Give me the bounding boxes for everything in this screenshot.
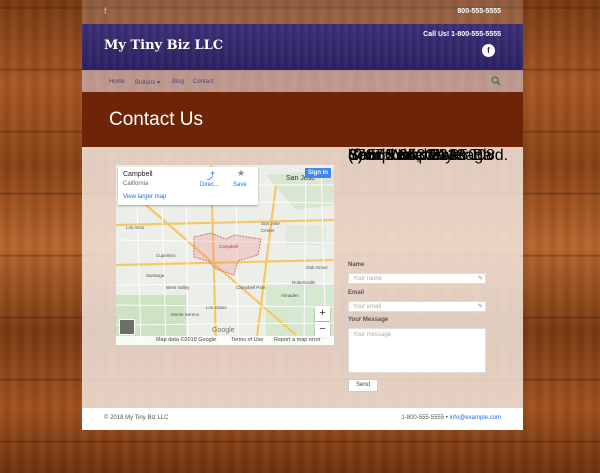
embedded-map[interactable]: San Jose Campbell Cupertino Saratoga Los… [116, 165, 334, 345]
footer-separator: • [445, 415, 448, 421]
zoom-out-button[interactable]: − [315, 322, 330, 337]
form-title: Send Us a Message [348, 147, 493, 164]
map-label: Los Gatos [206, 305, 227, 310]
autofill-icon: ✎ [477, 276, 483, 282]
save-link[interactable]: Save [233, 182, 247, 188]
map-place-card: Campbell California View larger map ⤴ Di… [118, 167, 258, 205]
nav-item-contact[interactable]: Contact [193, 79, 214, 85]
footer-phone[interactable]: 1-800-555-5555 [401, 415, 444, 421]
autofill-icon: ✎ [477, 304, 483, 310]
directions-icon[interactable]: ⤴ [206, 169, 215, 182]
page-hero: Contact Us [82, 92, 523, 147]
map-label: Saratoga [146, 273, 165, 278]
chevron-down-icon: ▾ [157, 80, 161, 86]
name-label: Name [348, 262, 365, 268]
message-placeholder: Your message [353, 332, 392, 338]
nav-item-home[interactable]: Home [109, 79, 125, 85]
map-label: Oak Grove [306, 265, 328, 270]
map-label: Almaden [281, 293, 299, 298]
site-brand[interactable]: My Tiny Biz LLC [104, 38, 223, 53]
call-us-text[interactable]: Call Us! 1-800-555-5555 [423, 31, 501, 38]
message-label: Your Message [348, 317, 389, 323]
map-place-name: Campbell [123, 171, 153, 178]
map-place-region: California [123, 181, 149, 187]
top-phone[interactable]: 800-555-5555 [457, 8, 501, 15]
email-placeholder: Your email [353, 304, 382, 310]
map-label: Robertsville [292, 280, 316, 285]
main-nav: Home Buttons ▾ Blog Contact [82, 70, 523, 92]
name-placeholder: Your name [353, 276, 382, 282]
email-label: Email [348, 290, 365, 296]
send-button[interactable]: Send [348, 379, 378, 392]
footer-email-link[interactable]: info@example.com [450, 415, 501, 421]
map-sign-in-button[interactable]: Sign in [305, 168, 331, 178]
site-container: f 800-555-5555 My Tiny Biz LLC Call Us! … [82, 0, 523, 430]
directions-link[interactable]: Direc... [200, 182, 219, 188]
facebook-icon[interactable]: f [482, 44, 495, 57]
map-label: Cupertino [156, 253, 176, 258]
map-label: Center [261, 228, 275, 233]
map-label: Los Altos [126, 225, 145, 230]
page-title: Contact Us [109, 109, 203, 130]
footer-copyright: © 2018 My Tiny Biz LLC [104, 415, 169, 421]
map-attribution-bar: Map data ©2018 Google Terms of Use Repor… [116, 336, 334, 345]
star-icon[interactable]: ★ [237, 168, 245, 179]
email-field[interactable]: Your email ✎ [348, 301, 486, 312]
map-label: Campbell Park [236, 285, 266, 290]
google-logo: Google [212, 327, 235, 334]
map-terms-link[interactable]: Terms of Use [231, 337, 263, 343]
view-larger-map-link[interactable]: View larger map [123, 194, 166, 200]
facebook-icon[interactable]: f [104, 6, 107, 16]
map-label: Monte Sereno [171, 312, 200, 317]
site-footer: © 2018 My Tiny Biz LLC 1-800-555-5555 • … [82, 408, 523, 430]
footer-contact: 1-800-555-5555 • info@example.com [401, 415, 501, 421]
map-label: West Valley [166, 285, 190, 290]
nav-item-label: Buttons [135, 80, 156, 86]
main-content: San Jose Campbell Cupertino Saratoga Los… [82, 147, 523, 408]
map-label: Sun Jose [261, 221, 280, 226]
zoom-in-button[interactable]: + [315, 306, 330, 321]
top-bar: f 800-555-5555 [82, 0, 523, 24]
map-attribution: Map data ©2018 Google [156, 337, 217, 343]
nav-item-blog[interactable]: Blog [172, 79, 184, 85]
name-field[interactable]: Your name ✎ [348, 273, 486, 284]
map-report-link[interactable]: Report a map error [274, 337, 320, 343]
search-icon[interactable] [491, 76, 501, 86]
message-field[interactable]: Your message [348, 328, 486, 373]
map-label: Campbell [219, 244, 239, 249]
satellite-toggle[interactable] [119, 319, 135, 335]
nav-item-buttons[interactable]: Buttons ▾ [135, 79, 160, 86]
site-header: My Tiny Biz LLC Call Us! 1-800-555-5555 … [82, 24, 523, 70]
